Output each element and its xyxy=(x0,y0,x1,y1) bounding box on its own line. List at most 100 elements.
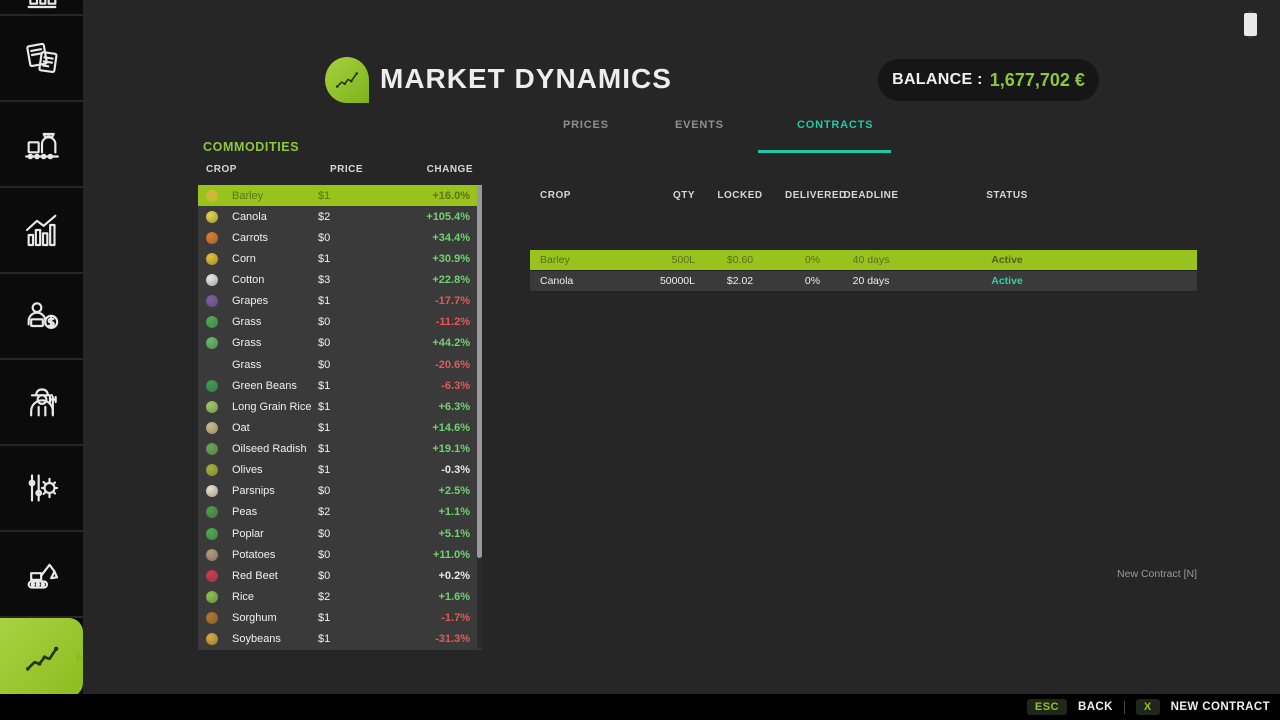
no-icon xyxy=(206,359,218,371)
commodity-row[interactable]: Cotton$3+22.8% xyxy=(198,270,482,291)
crop-name: Carrots xyxy=(232,232,318,244)
crop-name: Soybeans xyxy=(232,633,318,645)
crop-change: +19.1% xyxy=(398,443,482,455)
map-icon xyxy=(21,0,63,13)
oat-icon xyxy=(206,422,218,434)
crop-change: -0.3% xyxy=(398,464,482,476)
column-locked: LOCKED xyxy=(695,190,785,201)
commodity-row[interactable]: Grapes$1-17.7% xyxy=(198,291,482,312)
commodity-row[interactable]: Oilseed Radish$1+19.1% xyxy=(198,439,482,460)
sidebar-item-contracts[interactable] xyxy=(0,16,83,102)
commodity-row[interactable]: Peas$2+1.1% xyxy=(198,502,482,523)
crop-price: $1 xyxy=(318,612,398,624)
tab-prices[interactable]: PRICES xyxy=(563,119,609,131)
new-contract-button[interactable]: NEW CONTRACT xyxy=(1171,701,1270,713)
commodity-row[interactable]: Soybeans$1-31.3% xyxy=(198,629,482,650)
sidebar-item-market-dynamics[interactable] xyxy=(0,618,83,697)
commodities-scrollbar[interactable] xyxy=(477,186,482,649)
crop-price: $1 xyxy=(318,633,398,645)
crop-price: $1 xyxy=(318,443,398,455)
contract-locked: $0.60 xyxy=(695,254,785,266)
crop-price: $1 xyxy=(318,295,398,307)
sidebar-item-statistics[interactable] xyxy=(0,188,83,274)
crop-name: Red Beet xyxy=(232,570,318,582)
commodity-row[interactable]: Sorghum$1-1.7% xyxy=(198,608,482,629)
divider xyxy=(1124,701,1125,714)
crop-change: +44.2% xyxy=(398,337,482,349)
contract-qty: 500L xyxy=(640,254,695,266)
crop-change: +105.4% xyxy=(398,211,482,223)
commodity-row[interactable]: Carrots$0+34.4% xyxy=(198,227,482,248)
sidebar-item-farmer[interactable] xyxy=(0,360,83,446)
sidebar-item-sales[interactable] xyxy=(0,274,83,360)
crop-change: -6.3% xyxy=(398,380,482,392)
sidebar-item-production[interactable] xyxy=(0,102,83,188)
oilseed-radish-icon xyxy=(206,443,218,455)
sidebar-item-settings[interactable] xyxy=(0,446,83,532)
tab-events[interactable]: EVENTS xyxy=(675,119,724,131)
commodity-row[interactable]: Canola$2+105.4% xyxy=(198,206,482,227)
commodity-row[interactable]: Olives$1-0.3% xyxy=(198,460,482,481)
crop-price: $2 xyxy=(318,506,398,518)
new-contract-hint: New Contract [N] xyxy=(1117,568,1197,580)
contract-row[interactable]: Canola50000L$2.020%20 daysActive xyxy=(530,271,1197,292)
commodity-row[interactable]: Grass$0-11.2% xyxy=(198,312,482,333)
contract-status: Active xyxy=(902,254,1112,266)
crop-name: Grass xyxy=(232,337,318,349)
commodity-row[interactable]: Poplar$0+5.1% xyxy=(198,523,482,544)
commodity-row[interactable]: Barley$1+16.0% xyxy=(198,185,482,206)
column-crop: CROP xyxy=(530,190,640,201)
green-beans-icon xyxy=(206,380,218,392)
crop-price: $0 xyxy=(318,549,398,561)
commodity-row[interactable]: Red Beet$0+0.2% xyxy=(198,565,482,586)
barley-icon xyxy=(206,190,218,202)
crop-name: Barley xyxy=(232,190,318,202)
commodity-row[interactable]: Potatoes$0+11.0% xyxy=(198,544,482,565)
crop-name: Peas xyxy=(232,506,318,518)
crop-change: +16.0% xyxy=(398,190,482,202)
farmer-icon xyxy=(21,381,63,423)
contract-deadline: 20 days xyxy=(840,275,902,287)
tab-contracts[interactable]: CONTRACTS xyxy=(797,119,873,131)
crop-change: +1.6% xyxy=(398,591,482,603)
crop-price: $0 xyxy=(318,528,398,540)
crop-price: $0 xyxy=(318,316,398,328)
commodity-row[interactable]: Rice$2+1.6% xyxy=(198,586,482,607)
crop-change: -17.7% xyxy=(398,295,482,307)
crop-change: +11.0% xyxy=(398,549,482,561)
commodity-row[interactable]: Long Grain Rice$1+6.3% xyxy=(198,396,482,417)
contract-row[interactable]: Barley500L$0.600%40 daysActive xyxy=(530,250,1197,271)
excavator-icon xyxy=(21,553,63,595)
canola-icon xyxy=(206,211,218,223)
poplar-icon xyxy=(206,528,218,540)
scrollbar-thumb[interactable] xyxy=(477,186,482,558)
crop-name: Cotton xyxy=(232,274,318,286)
commodity-row[interactable]: Green Beans$1-6.3% xyxy=(198,375,482,396)
crop-price: $0 xyxy=(318,359,398,371)
esc-key-badge[interactable]: ESC xyxy=(1027,699,1067,715)
grapes-icon xyxy=(206,295,218,307)
column-price: PRICE xyxy=(330,164,363,175)
crop-change: +22.8% xyxy=(398,274,482,286)
statistics-icon xyxy=(21,209,63,251)
back-button[interactable]: BACK xyxy=(1078,701,1113,713)
contract-delivered: 0% xyxy=(785,275,840,287)
commodity-row[interactable]: Parsnips$0+2.5% xyxy=(198,481,482,502)
page-title: MARKET DYNAMICS xyxy=(380,63,672,95)
x-key-badge[interactable]: X xyxy=(1136,699,1160,715)
crop-price: $2 xyxy=(318,211,398,223)
crop-change: -31.3% xyxy=(398,633,482,645)
column-crop: CROP xyxy=(206,164,237,175)
commodities-list: Barley$1+16.0%Canola$2+105.4%Carrots$0+3… xyxy=(198,185,482,650)
commodity-row[interactable]: Grass$0+44.2% xyxy=(198,333,482,354)
phone-battery-icon xyxy=(1244,13,1257,36)
commodity-row[interactable]: Oat$1+14.6% xyxy=(198,417,482,438)
sidebar-item-excavator[interactable] xyxy=(0,532,83,618)
sidebar-item-top-partial[interactable] xyxy=(0,0,83,16)
contract-qty: 50000L xyxy=(640,275,695,287)
sidebar xyxy=(0,0,83,694)
commodity-row[interactable]: Grass$0-20.6% xyxy=(198,354,482,375)
crop-name: Grass xyxy=(232,359,318,371)
crop-price: $1 xyxy=(318,422,398,434)
commodity-row[interactable]: Corn$1+30.9% xyxy=(198,248,482,269)
